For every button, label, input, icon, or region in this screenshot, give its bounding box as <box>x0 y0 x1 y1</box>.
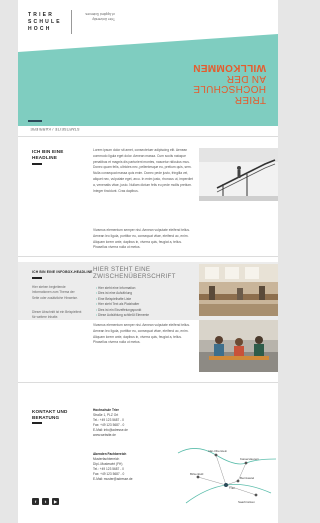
map-label: Trier <box>229 486 235 490</box>
body-paragraph: Vivamus elementum semper nisi. Aenean vu… <box>93 228 190 250</box>
divider <box>18 256 278 257</box>
map-marker[interactable] <box>196 475 200 479</box>
section-heading: ICH BIN EINE HEADLINE <box>32 149 64 160</box>
heading-dash <box>32 163 42 165</box>
hero-title: TRIER HOCHSCHULE AN DER WILLKOMMEN <box>192 62 267 106</box>
heading-dash <box>32 277 42 279</box>
university-logo[interactable]: TRIER SCHULE HOCH <box>28 12 62 33</box>
logo-sub-line: of Applied Sciences <box>85 12 115 17</box>
contact-block-main: Hochschule Trier Straße 1, PLZ Ort Tel.:… <box>93 408 175 437</box>
divider <box>18 136 278 137</box>
contact-name: Hochschule Trier <box>93 408 119 412</box>
map-label: Idar-Oberstein <box>208 449 228 453</box>
map-marker[interactable] <box>254 493 258 497</box>
contact-email-link[interactable]: E-Mail: muster@adresse.de <box>93 477 175 482</box>
students-photo <box>199 320 278 372</box>
infobox-heading: ICH BIN EINE INFOBOX-HEADLINE <box>32 270 93 274</box>
hero-title-line: AN DER <box>226 73 266 84</box>
subheading: HIER STEHT EINE ZWISCHENÜBERSCHRIFT <box>93 266 176 280</box>
contact-website-link[interactable]: www.website.de <box>93 433 175 438</box>
library-photo <box>199 264 278 316</box>
map-marker[interactable] <box>244 461 248 465</box>
contact-block-department: Abenden Fachbereich Musterfachbereich Di… <box>93 452 175 481</box>
social-links: f t ▶ <box>32 498 59 505</box>
twitter-icon[interactable]: t <box>42 498 49 505</box>
hero-accent-dash <box>28 120 42 122</box>
facebook-icon[interactable]: f <box>32 498 39 505</box>
logo-line: TRIER <box>28 12 54 18</box>
contact-name: Abenden Fachbereich <box>93 452 127 456</box>
hero-title-line: TRIER <box>234 94 267 105</box>
map-marker[interactable] <box>214 453 218 457</box>
bullet-list: Hier steht eine Information Dies ist ein… <box>96 286 196 318</box>
logo-subtitle: Trier University of Applied Sciences <box>75 12 115 22</box>
hero-title-line: WILLKOMMEN <box>193 62 266 74</box>
heading-dash <box>32 422 42 424</box>
divider <box>18 382 278 383</box>
breadcrumb[interactable]: STARTSEITE / KARRIERE <box>30 127 80 131</box>
body-paragraph: Lorem ipsum dolor sit amet, consectetuer… <box>93 148 193 193</box>
infobox-text: Dieser Abschnitt ist ein Beispieltext fü… <box>32 310 82 320</box>
map-label: Bernkastel <box>240 476 255 480</box>
stairs-photo <box>199 148 278 201</box>
map-label: Birkenfeld <box>190 472 204 476</box>
page: TRIER SCHULE HOCH Trier University of Ap… <box>18 0 278 523</box>
logo-sub-line: Trier University <box>92 17 115 22</box>
body-paragraph: Vivamus elementum semper nisi. Aenean vu… <box>93 323 190 345</box>
list-item: Diese Aufzählung schließt Elemente <box>96 313 196 318</box>
map-marker[interactable] <box>236 479 240 483</box>
logo-divider <box>71 10 72 34</box>
logo-line: HOCH <box>28 26 52 32</box>
campus-map[interactable]: Birkenfeld Idar-Oberstein Trier Bernkast… <box>176 433 278 513</box>
map-label: Kaiserslautern <box>240 457 260 461</box>
map-label: Saarbrücken <box>238 500 255 504</box>
hero-title-line: HOCHSCHULE <box>192 83 266 95</box>
infobox-text: Hier stehen begleitende Informationen zu… <box>32 285 78 300</box>
youtube-icon[interactable]: ▶ <box>52 498 59 505</box>
contact-heading: KONTAKT UND BERATUNG <box>32 409 68 420</box>
map-marker[interactable] <box>224 483 228 487</box>
logo-line: SCHULE <box>28 19 62 25</box>
